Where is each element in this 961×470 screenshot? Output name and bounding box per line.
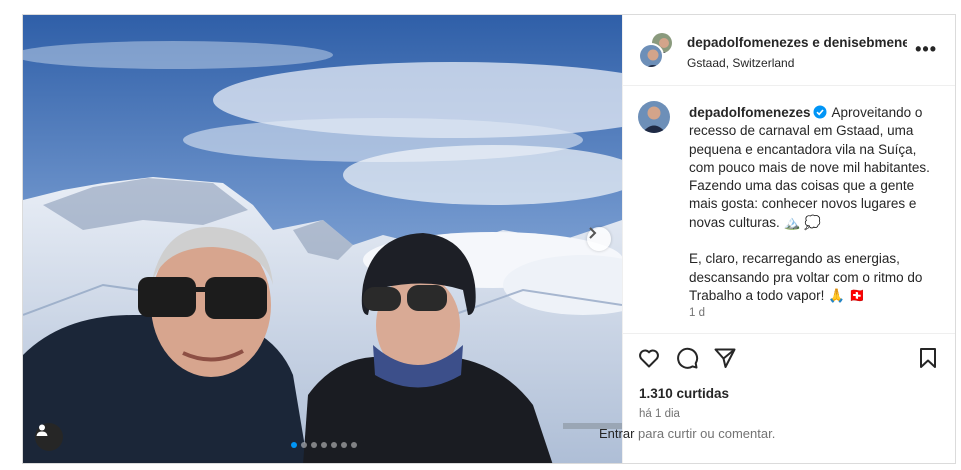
post-header: depadolfomenezes e denisebmenezes Gstaad…	[623, 15, 955, 86]
caption-text: depadolfomenezes Aproveitando o recesso …	[689, 104, 934, 305]
avatar-image	[638, 101, 670, 133]
carousel-dot-active	[291, 442, 297, 448]
caption-username[interactable]: depadolfomenezes	[689, 105, 811, 120]
carousel-indicator	[291, 442, 357, 448]
posted-time[interactable]: há 1 dia	[639, 408, 680, 420]
verified-icon	[813, 105, 827, 119]
more-horizontal-icon: •••	[915, 39, 937, 59]
tagged-users-button[interactable]	[35, 423, 63, 451]
login-prompt-text: para curtir ou comentar.	[638, 426, 776, 441]
carousel-dot	[321, 442, 327, 448]
carousel-dot	[301, 442, 307, 448]
carousel-dot	[331, 442, 337, 448]
carousel-dot	[311, 442, 317, 448]
save-icon	[920, 348, 936, 368]
save-button[interactable]	[916, 346, 940, 370]
comment-button[interactable]	[675, 346, 699, 370]
carousel-dot	[351, 442, 357, 448]
avatar-image	[640, 45, 662, 67]
caption-avatar[interactable]	[638, 101, 670, 133]
carousel-next-button[interactable]	[587, 227, 611, 251]
like-icon	[639, 349, 659, 368]
post-location[interactable]: Gstaad, Switzerland	[687, 56, 907, 70]
post-card: depadolfomenezes e denisebmenezes Gstaad…	[22, 14, 956, 464]
action-icons	[637, 346, 737, 370]
login-link[interactable]: Entrar	[599, 426, 634, 441]
post-side-panel: depadolfomenezes e denisebmenezes Gstaad…	[622, 15, 955, 463]
caption-area: depadolfomenezes Aproveitando o recesso …	[623, 87, 955, 332]
share-icon	[714, 348, 736, 368]
selfie-mountain-image	[23, 15, 622, 463]
caption-time[interactable]: 1 d	[689, 307, 705, 319]
tagged-user-icon	[36, 424, 48, 436]
likes-count[interactable]: 1.310 curtidas	[639, 386, 729, 401]
post-photo[interactable]	[23, 15, 622, 463]
comment-icon	[677, 347, 699, 369]
carousel-dot	[341, 442, 347, 448]
avatar-depadolfomenezes[interactable]	[638, 43, 664, 69]
more-options-button[interactable]: •••	[915, 39, 937, 60]
avatar-stack[interactable]	[638, 31, 674, 69]
share-button[interactable]	[713, 346, 737, 370]
like-button[interactable]	[637, 346, 661, 370]
login-prompt: Entrar para curtir ou comentar.	[599, 426, 932, 450]
caption-paragraph-2: E, claro, recarregando as energias, desc…	[689, 251, 923, 303]
post-authors[interactable]: depadolfomenezes e denisebmenezes	[687, 35, 907, 50]
next-arrow-icon	[589, 227, 597, 239]
header-names: depadolfomenezes e denisebmenezes Gstaad…	[687, 35, 907, 70]
caption-paragraph-1: Aproveitando o recesso de carnaval em Gs…	[689, 105, 930, 230]
